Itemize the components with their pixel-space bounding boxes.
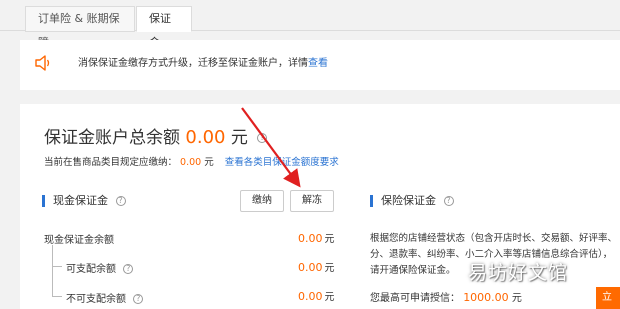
unavailable-balance-amount: 0.00 [298,290,323,303]
cash-balance-unit: 元 [324,234,335,245]
help-icon[interactable]: ? [257,133,268,143]
apply-now-button[interactable]: 立即 [596,287,620,309]
tree-line [52,245,62,297]
insurance-deposit-title-label: 保险保证金 [381,194,436,207]
available-balance-label: 可支配余额 [66,264,116,275]
cash-deposit-title-label: 现金保证金 [53,194,108,207]
credit-limit-amount: 1000.00 [463,291,509,304]
unavailable-balance-row: 不可支配余额 ? [66,290,144,305]
cash-deposit-title: 现金保证金 ? [42,195,126,207]
unavailable-balance-value: 0.00 元 [298,288,335,303]
account-balance-unit: 元 [230,128,248,148]
speaker-icon [35,55,50,71]
account-title-label: 保证金账户总余额 [44,128,180,148]
tab-deposit[interactable]: 保证金 [136,6,192,49]
unfreeze-button[interactable]: 解冻 [290,190,334,212]
tab-bar: 订单险 & 账期保障 保证金 [0,0,620,49]
notice-message: 消保保证金缴存方式升级，迁移至保证金账户，详情 [78,58,308,69]
account-balance-amount: 0.00 [185,127,226,148]
tab-order-insurance[interactable]: 订单险 & 账期保障 [25,6,135,49]
help-icon[interactable]: ? [115,196,126,206]
notice-text: 消保保证金缴存方式升级，迁移至保证金账户，详情查看 [78,54,328,69]
tree-branch [52,266,62,267]
unavailable-balance-label: 不可支配余额 [66,294,126,305]
available-balance-row: 可支配余额 ? [66,260,134,275]
insurance-description-line: 请开通保险保证金。 [370,265,456,276]
available-balance-amount: 0.00 [298,261,323,274]
cash-balance-value: 0.00 元 [298,230,335,245]
account-balance-title: 保证金账户总余额 0.00 元 ? [44,123,268,148]
notice-view-link[interactable]: 查看 [308,58,328,69]
notice-banner: 消保保证金缴存方式升级，迁移至保证金账户，详情查看 [20,40,620,90]
category-requirement-unit: 元 [204,157,214,168]
credit-limit-unit: 元 [511,293,522,304]
insurance-deposit-title: 保险保证金 ? [370,195,454,207]
category-requirement-amount: 0.00 [180,157,202,168]
insurance-description-line: 根据您的店铺经营状态（包含开店时长、交易额、好评率、 [370,233,618,244]
cash-balance-label: 现金保证金余额 [44,235,114,246]
credit-limit-label: 您最高可申请授信： [370,293,460,304]
tree-branch [52,296,62,297]
help-icon[interactable]: ? [123,264,134,274]
category-requirement: 当前在售商品类目规定应缴纳： 0.00 元 查看各类目保证金额度要求 [44,154,339,168]
watermark: 易坊好文馆 [468,262,569,284]
help-icon[interactable]: ? [443,196,454,206]
category-requirement-link[interactable]: 查看各类目保证金额度要求 [225,157,339,168]
unavailable-balance-unit: 元 [324,292,335,303]
available-balance-value: 0.00 元 [298,259,335,274]
category-requirement-label: 当前在售商品类目规定应缴纳： [44,157,178,168]
pay-button[interactable]: 缴纳 [240,190,284,212]
credit-limit: 您最高可申请授信： 1000.00 元 [370,289,522,304]
cash-balance-amount: 0.00 [298,232,323,245]
available-balance-unit: 元 [324,263,335,274]
help-icon[interactable]: ? [133,294,144,304]
